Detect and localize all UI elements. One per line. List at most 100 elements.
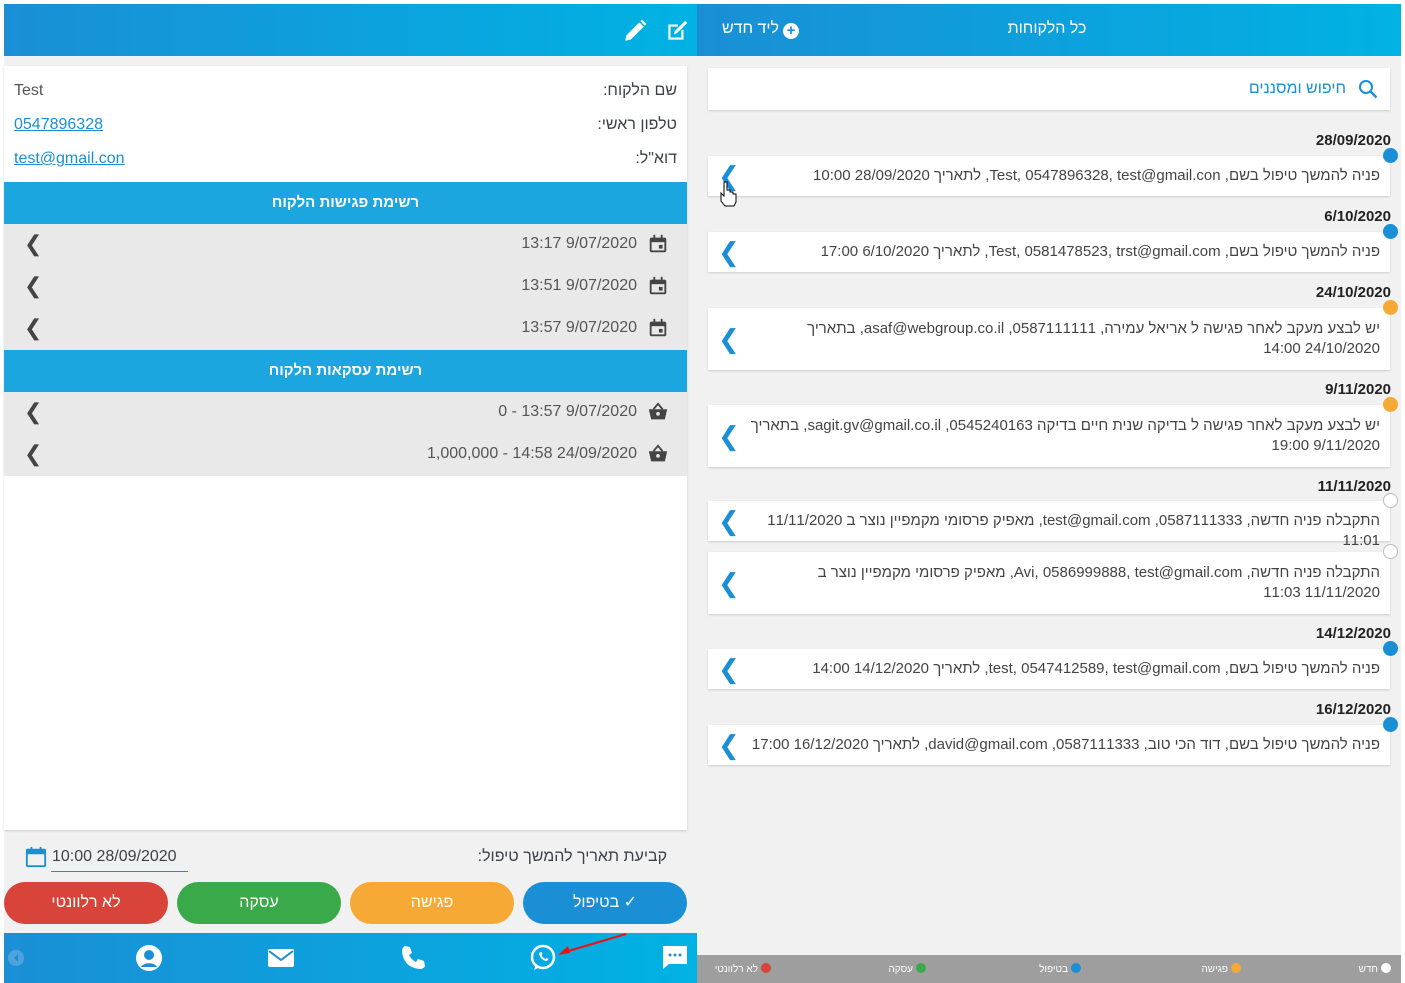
followup-date-label: קביעת תאריך להמשך טיפול: [477, 848, 667, 865]
customer-name-value: Test [14, 82, 44, 99]
meeting-datetime: 13:51 9/07/2020 [521, 277, 637, 294]
status-dot [1383, 641, 1398, 656]
legend-irrelevant: לא רלוונטי [715, 963, 771, 975]
chevron-left-icon[interactable]: ❮ [718, 326, 740, 352]
customer-entry[interactable]: ❮ התקבלה פניה חדשה, Avi, 0586999888, tes… [708, 544, 1398, 614]
customer-entry[interactable]: ❮ יש לבצע מעקב לאחר פגישה ל בדיקה שנית ח… [708, 397, 1398, 467]
customer-detail-panel: שם הלקוח: Test טלפון ראשי: 0547896328 דו… [4, 4, 697, 983]
meeting-row[interactable]: ❮ 13:17 9/07/2020 [4, 224, 687, 266]
detail-header-bar [4, 4, 697, 56]
chevron-left-icon[interactable]: ❮ [24, 274, 42, 298]
chevron-left-icon[interactable]: ❮ [24, 400, 42, 424]
page-title: כל הלקוחות [1007, 20, 1087, 37]
customer-entry[interactable]: ❮ התקבלה פניה חדשה, 0587111333, test@gma… [708, 493, 1398, 549]
chevron-left-icon[interactable]: ❮ [718, 570, 740, 596]
new-lead-label: ליד חדש [721, 20, 779, 37]
deal-summary: 0 - 13:57 9/07/2020 [498, 403, 637, 420]
deal-row[interactable]: ❮ 1,000,000 - 14:58 24/09/2020 [4, 434, 687, 476]
customer-email-row: דוא"ל: test@gmail.con [14, 150, 677, 174]
chat-icon[interactable] [660, 943, 690, 973]
customer-entry[interactable]: ❮ פניה להמשך טיפול בשם, דוד הכי טוב, 058… [708, 717, 1398, 765]
deals-list: ❮ 0 - 13:57 9/07/2020 ❮ 1,000,000 - 14:5… [4, 392, 687, 476]
meeting-datetime: 13:57 9/07/2020 [521, 319, 637, 336]
followup-date-row: קביעת תאריך להמשך טיפול: 10:00 28/09/202… [4, 838, 687, 878]
crm-app: שם הלקוח: Test טלפון ראשי: 0547896328 דו… [0, 0, 1405, 983]
basket-icon [648, 444, 668, 462]
date-group-header: 14/12/2020 [1315, 625, 1391, 642]
irrelevant-button[interactable]: לא רלוונטי [4, 882, 168, 924]
customer-phone-link[interactable]: 0547896328 [14, 116, 103, 134]
customers-header-bar: כל הלקוחות +ליד חדש [697, 4, 1401, 56]
treating-button[interactable]: ✓ בטיפול [523, 882, 687, 924]
customer-email-link[interactable]: test@gmail.con [14, 150, 125, 168]
customer-entry[interactable]: ❮ פניה להמשך טיפול בשם, test, 0547412589… [708, 641, 1398, 689]
pencil-icon[interactable] [622, 18, 648, 44]
phone-icon[interactable] [398, 943, 428, 973]
customer-phone-row: טלפון ראשי: 0547896328 [14, 116, 677, 140]
status-dot [1383, 493, 1398, 508]
deal-button[interactable]: עסקה [177, 882, 341, 924]
date-group-header: 24/10/2020 [1315, 284, 1391, 301]
followup-date-input[interactable]: 10:00 28/09/2020 [51, 844, 188, 872]
calendar-icon [649, 318, 667, 337]
calendar-icon [649, 276, 667, 295]
contact-icon[interactable] [134, 943, 164, 973]
calendar-icon[interactable] [25, 846, 47, 868]
legend-meeting: פגישה [1201, 963, 1241, 975]
customer-entry[interactable]: ❮ פניה להמשך טיפול בשם, Test, 0547896328… [708, 148, 1398, 196]
meeting-button[interactable]: פגישה [350, 882, 514, 924]
legend-treating: בטיפול [1039, 963, 1081, 975]
status-dot [1383, 397, 1398, 412]
entry-text: יש לבצע מעקב לאחר פגישה ל אריאל עמירה, 0… [807, 320, 1380, 357]
entry-text: פניה להמשך טיפול בשם, test, 0547412589, … [812, 660, 1380, 677]
new-lead-button[interactable]: +ליד חדש [713, 20, 799, 42]
legend-deal: עסקה [888, 963, 926, 975]
search-filters-label: חיפוש ומסננים [1248, 80, 1346, 97]
customer-detail-card: שם הלקוח: Test טלפון ראשי: 0547896328 דו… [4, 66, 687, 830]
customer-entry[interactable]: ❮ יש לבצע מעקב לאחר פגישה ל אריאל עמירה,… [708, 300, 1398, 370]
date-group-header: 16/12/2020 [1315, 701, 1391, 718]
status-dot [1383, 300, 1398, 315]
status-dot [1383, 544, 1398, 559]
whatsapp-icon[interactable] [528, 943, 558, 973]
entry-text: יש לבצע מעקב לאחר פגישה ל בדיקה שנית חיי… [750, 417, 1380, 454]
chevron-left-icon[interactable]: ❮ [718, 423, 740, 449]
plus-icon: + [783, 23, 799, 39]
entry-text: התקבלה פניה חדשה, 0587111333, test@gmail… [767, 512, 1380, 549]
customer-phone-label: טלפון ראשי: [597, 116, 677, 133]
chevron-left-icon[interactable]: ❮ [24, 232, 42, 256]
date-group-header: 9/11/2020 [1325, 381, 1391, 398]
basket-icon [648, 402, 668, 420]
chevron-left-icon[interactable]: ❮ [718, 656, 740, 682]
chevron-left-icon[interactable]: ❮ [718, 508, 740, 534]
edit-square-icon[interactable] [664, 18, 690, 44]
chevron-left-icon[interactable]: ❮ [718, 239, 740, 265]
chevron-left-icon[interactable]: ❮ [718, 163, 740, 189]
date-group-header: 11/11/2020 [1317, 478, 1391, 495]
status-legend: חדש פגישה בטיפול עסקה לא רלוונטי [697, 955, 1401, 983]
chevron-left-icon[interactable]: ❮ [24, 316, 42, 340]
all-customers-panel: כל הלקוחות +ליד חדש חיפוש ומסננים 28/09/… [697, 4, 1401, 983]
entry-text: פניה להמשך טיפול בשם, Test, 0581478523, … [820, 243, 1380, 260]
mail-icon[interactable] [266, 943, 296, 973]
date-group-header: 6/10/2020 [1324, 208, 1391, 225]
chevron-left-icon[interactable]: ❮ [718, 732, 740, 758]
search-filters-bar[interactable]: חיפוש ומסננים [708, 68, 1390, 110]
customer-name-row: שם הלקוח: Test [14, 82, 677, 106]
deal-summary: 1,000,000 - 14:58 24/09/2020 [427, 445, 637, 462]
date-group-header: 28/09/2020 [1315, 132, 1391, 149]
customer-entry[interactable]: ❮ פניה להמשך טיפול בשם, Test, 0581478523… [708, 224, 1398, 272]
legend-new: חדש [1359, 963, 1391, 975]
entry-text: התקבלה פניה חדשה, Avi, 0586999888, test@… [817, 564, 1380, 601]
entry-text: פניה להמשך טיפול בשם, Test, 0547896328, … [813, 167, 1380, 184]
meetings-section-header: רשימת פגישות הלקוח [4, 182, 687, 224]
deal-row[interactable]: ❮ 0 - 13:57 9/07/2020 [4, 392, 687, 434]
status-dot [1383, 148, 1398, 163]
back-icon[interactable] [8, 950, 24, 966]
calendar-icon [649, 234, 667, 253]
chevron-left-icon[interactable]: ❮ [24, 442, 42, 466]
customer-email-label: דוא"ל: [635, 150, 677, 167]
status-dot [1383, 224, 1398, 239]
meeting-row[interactable]: ❮ 13:51 9/07/2020 [4, 266, 687, 308]
meeting-row[interactable]: ❮ 13:57 9/07/2020 [4, 308, 687, 350]
